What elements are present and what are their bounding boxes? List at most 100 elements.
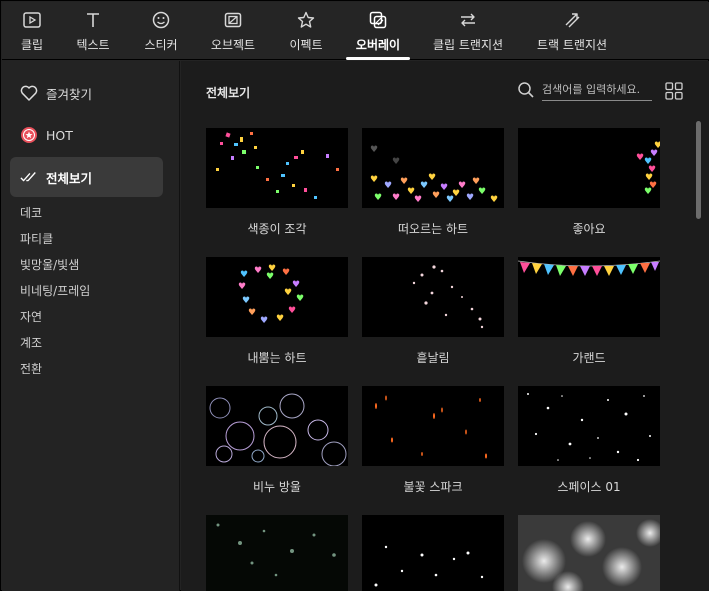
svg-text:♥: ♥ xyxy=(400,177,408,187)
overlay-thumbnail xyxy=(518,257,660,337)
scrollbar-thumb[interactable] xyxy=(696,121,701,219)
sidebar-item-label: 즐겨찾기 xyxy=(46,86,93,102)
track-transition-icon xyxy=(562,10,582,30)
category-sidebar: 즐겨찾기 HOT 전체보기 데코 파티클 빛망울/빛샘 비네팅/프레임 자연 계… xyxy=(2,61,180,591)
svg-text:♥: ♥ xyxy=(432,191,440,201)
search-icon[interactable] xyxy=(517,81,535,103)
overlay-thumbnail: ♥ ♥ ♥ ♥ ♥ ♥ ♥ ♥ xyxy=(518,128,660,208)
svg-text:♥: ♥ xyxy=(254,266,262,276)
tab-effect[interactable]: 이펙트 xyxy=(285,2,327,60)
overlay-thumbnail xyxy=(518,515,660,591)
svg-text:♥: ♥ xyxy=(420,181,428,191)
svg-text:♥: ♥ xyxy=(284,288,292,298)
tab-sticker[interactable]: 스티커 xyxy=(140,2,182,60)
svg-text:♥: ♥ xyxy=(240,270,248,280)
hot-badge-icon xyxy=(20,126,38,144)
sidebar-category-gradation[interactable]: 계조 xyxy=(20,334,42,351)
overlay-card-label: 스페이스 01 xyxy=(557,480,621,494)
sidebar-item-label: HOT xyxy=(46,127,73,143)
svg-text:♥: ♥ xyxy=(440,183,448,193)
tab-label: 이펙트 xyxy=(289,38,323,52)
tab-label: 트랙 트랜지션 xyxy=(536,38,608,52)
tab-text[interactable]: 텍스트 xyxy=(72,2,114,60)
tab-label: 클립 xyxy=(20,38,44,52)
heart-icon xyxy=(20,84,38,102)
svg-text:♥: ♥ xyxy=(374,193,382,203)
overlay-thumbnail xyxy=(206,128,348,208)
grid-view-icon[interactable] xyxy=(665,82,683,100)
object-icon xyxy=(223,10,243,30)
active-tab-indicator xyxy=(346,57,410,60)
overlay-thumbnail xyxy=(362,386,504,466)
overlay-thumbnail xyxy=(206,515,348,591)
tab-overlay[interactable]: 오버레이 xyxy=(346,2,410,60)
category-tab-bar: 클립 텍스트 스티커 오브젝트 이펙트 오버레이 클립 트랜지션 트랙 트랜지션 xyxy=(2,2,709,60)
all-check-icon xyxy=(20,168,38,186)
page-title: 전체보기 xyxy=(206,86,251,100)
svg-text:♥: ♥ xyxy=(478,187,486,197)
overlay-card-label: 비누 방울 xyxy=(253,480,301,494)
clip-transition-icon xyxy=(458,10,478,30)
svg-text:♥: ♥ xyxy=(392,157,400,167)
svg-text:♥: ♥ xyxy=(242,296,250,306)
tab-label: 텍스트 xyxy=(76,38,110,52)
search-input[interactable] xyxy=(542,79,652,101)
sidebar-item-label: 전체보기 xyxy=(46,170,93,186)
overlay-thumbnail: ♥ ♥ ♥ ♥ ♥ ♥ ♥ ♥ ♥ ♥ ♥ ♥ ♥ ♥ ♥ ♥ ♥ ♥ ♥ ♥ xyxy=(362,128,504,208)
overlay-card-label: 불꽃 스파크 xyxy=(403,480,463,494)
svg-text:♥: ♥ xyxy=(644,187,652,197)
svg-text:♥: ♥ xyxy=(370,145,378,155)
sidebar-category-transition[interactable]: 전환 xyxy=(20,360,42,377)
svg-text:♥: ♥ xyxy=(248,308,256,318)
overlay-panel: 클립 텍스트 스티커 오브젝트 이펙트 오버레이 클립 트랜지션 트랙 트랜지션… xyxy=(0,0,709,591)
sidebar-category-nature[interactable]: 자연 xyxy=(20,308,42,325)
overlay-card-label: 내뿜는 하트 xyxy=(247,351,307,365)
svg-text:♥: ♥ xyxy=(370,175,378,185)
sidebar-item-all[interactable]: 전체보기 xyxy=(10,157,163,197)
overlay-thumbnail xyxy=(206,386,348,466)
sidebar-category-bokeh[interactable]: 빛망울/빛샘 xyxy=(20,256,79,273)
svg-text:♥: ♥ xyxy=(276,314,284,324)
sidebar-category-vignette[interactable]: 비네팅/프레임 xyxy=(20,282,90,299)
sidebar-category-deco[interactable]: 데코 xyxy=(20,204,42,221)
tab-label: 스티커 xyxy=(144,38,178,52)
tab-label: 오브젝트 xyxy=(210,38,256,52)
tab-clip-transition[interactable]: 클립 트랜지션 xyxy=(430,2,506,60)
overlay-card-label: 좋아요 xyxy=(572,222,606,236)
search-box xyxy=(517,79,653,101)
svg-text:♥: ♥ xyxy=(296,294,304,304)
sidebar-item-favorites[interactable]: 즐겨찾기 xyxy=(10,75,163,111)
svg-text:♥: ♥ xyxy=(490,195,498,205)
svg-text:♥: ♥ xyxy=(384,181,392,191)
sidebar-category-particle[interactable]: 파티클 xyxy=(20,230,53,247)
svg-text:♥: ♥ xyxy=(238,282,246,292)
overlay-thumbnail xyxy=(518,386,660,466)
overlay-card-label: 색종이 조각 xyxy=(247,222,307,236)
svg-text:♥: ♥ xyxy=(472,177,480,187)
svg-text:♥: ♥ xyxy=(282,268,290,278)
overlay-thumbnail xyxy=(362,515,504,591)
svg-text:♥: ♥ xyxy=(288,306,296,316)
overlay-card-label: 가랜드 xyxy=(572,351,606,365)
play-icon xyxy=(22,10,42,30)
tab-track-transition[interactable]: 트랙 트랜지션 xyxy=(534,2,610,60)
tab-object[interactable]: 오브젝트 xyxy=(206,2,260,60)
svg-text:♥: ♥ xyxy=(266,272,274,282)
svg-text:♥: ♥ xyxy=(292,280,300,290)
overlay-gallery: 전체보기 색종이 조각 xyxy=(181,61,709,591)
svg-text:♥: ♥ xyxy=(458,181,466,191)
sidebar-item-hot[interactable]: HOT xyxy=(10,117,163,153)
overlay-thumbnail: ♥ ♥ ♥ ♥ ♥ ♥ ♥ ♥ ♥ ♥ ♥ ♥ ♥ ♥ xyxy=(206,257,348,337)
svg-text:♥: ♥ xyxy=(636,153,644,163)
tab-clip[interactable]: 클립 xyxy=(14,2,50,60)
sticker-icon xyxy=(151,10,171,30)
svg-text:♥: ♥ xyxy=(414,195,422,205)
svg-text:♥: ♥ xyxy=(466,193,474,203)
effect-star-icon xyxy=(296,10,316,30)
tab-label: 오버레이 xyxy=(355,38,401,52)
svg-text:♥: ♥ xyxy=(260,316,268,326)
text-icon xyxy=(83,10,103,30)
svg-text:♥: ♥ xyxy=(392,193,400,203)
svg-text:♥: ♥ xyxy=(428,173,436,183)
overlay-thumbnail xyxy=(362,257,504,337)
